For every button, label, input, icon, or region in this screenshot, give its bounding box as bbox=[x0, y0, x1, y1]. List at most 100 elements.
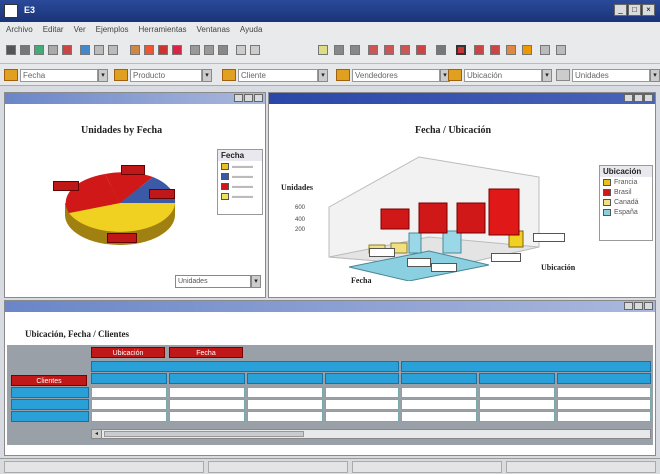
close-button[interactable]: × bbox=[642, 4, 655, 16]
table-cell[interactable] bbox=[479, 399, 555, 410]
filter-producto[interactable]: Producto ▾ bbox=[114, 68, 212, 82]
table-cell[interactable] bbox=[401, 387, 477, 398]
layout-icon[interactable] bbox=[190, 45, 200, 55]
minimize-icon[interactable] bbox=[234, 94, 243, 102]
table-cell[interactable] bbox=[325, 399, 399, 410]
bar-window-titlebar[interactable] bbox=[269, 93, 655, 104]
column-header[interactable] bbox=[479, 373, 555, 384]
measure-dropdown[interactable]: Unidades ▾ bbox=[175, 275, 261, 288]
row-dimension-tab[interactable]: Clientes bbox=[11, 375, 87, 386]
menu-archivo[interactable]: Archivo bbox=[6, 25, 33, 34]
table-cell[interactable] bbox=[325, 387, 399, 398]
menu-ver[interactable]: Ver bbox=[74, 25, 86, 34]
bar[interactable] bbox=[380, 208, 410, 230]
row-header[interactable] bbox=[11, 387, 89, 398]
flag-icon[interactable] bbox=[158, 45, 168, 55]
grid-window-titlebar[interactable] bbox=[5, 301, 655, 312]
dropdown-arrow-icon[interactable]: ▾ bbox=[542, 68, 552, 82]
open-icon[interactable] bbox=[34, 45, 44, 55]
table-cell[interactable] bbox=[557, 399, 651, 410]
column-header[interactable] bbox=[325, 373, 399, 384]
bar[interactable] bbox=[442, 230, 462, 254]
pivot-icon[interactable] bbox=[130, 45, 140, 55]
table-cell[interactable] bbox=[91, 387, 167, 398]
table-cell[interactable] bbox=[247, 387, 323, 398]
table-cell[interactable] bbox=[247, 399, 323, 410]
new-icon[interactable] bbox=[6, 45, 16, 55]
bar[interactable] bbox=[456, 202, 486, 234]
row-header[interactable] bbox=[11, 399, 89, 410]
chart-area-icon[interactable] bbox=[400, 45, 410, 55]
bar-chart-window[interactable]: Fecha / Ubicación Unidades 600 400 200 F… bbox=[268, 92, 656, 298]
table-cell[interactable] bbox=[91, 411, 167, 422]
column-header[interactable] bbox=[91, 373, 167, 384]
row-header[interactable] bbox=[11, 411, 89, 422]
marker-icon[interactable] bbox=[474, 45, 484, 55]
table-cell[interactable] bbox=[169, 411, 245, 422]
table-cell[interactable] bbox=[479, 387, 555, 398]
grid-icon[interactable] bbox=[334, 45, 344, 55]
filter-unidades[interactable]: Unidades ▾ bbox=[556, 68, 660, 82]
settings-icon[interactable] bbox=[436, 45, 446, 55]
scroll-thumb[interactable] bbox=[104, 431, 304, 437]
table-cell[interactable] bbox=[325, 411, 399, 422]
table-cell[interactable] bbox=[401, 399, 477, 410]
column-header[interactable] bbox=[247, 373, 323, 384]
filter-fecha[interactable]: Fecha ▾ bbox=[4, 68, 108, 82]
column-header[interactable] bbox=[401, 373, 477, 384]
column-dimension-tab[interactable]: Ubicación bbox=[91, 347, 165, 358]
horizontal-scrollbar[interactable]: ◂ bbox=[91, 429, 651, 439]
table-cell[interactable] bbox=[247, 411, 323, 422]
cut-icon[interactable] bbox=[62, 45, 72, 55]
menu-ejemplos[interactable]: Ejemplos bbox=[96, 25, 129, 34]
chart-bar-icon[interactable] bbox=[368, 45, 378, 55]
scroll-left-icon[interactable]: ◂ bbox=[92, 430, 102, 438]
dropdown-arrow-icon[interactable]: ▾ bbox=[650, 68, 660, 82]
close-icon[interactable] bbox=[254, 94, 263, 102]
sort-icon[interactable] bbox=[172, 45, 182, 55]
swap-icon[interactable] bbox=[144, 45, 154, 55]
folder-icon[interactable] bbox=[318, 45, 328, 55]
filter-vendedores[interactable]: Vendedores ▾ bbox=[336, 68, 450, 82]
close-icon[interactable] bbox=[644, 94, 653, 102]
bar[interactable] bbox=[418, 202, 448, 234]
menu-ventanas[interactable]: Ventanas bbox=[197, 25, 230, 34]
back-icon[interactable] bbox=[80, 45, 90, 55]
maximize-icon[interactable] bbox=[634, 94, 643, 102]
table-cell[interactable] bbox=[401, 411, 477, 422]
columns-icon[interactable] bbox=[204, 45, 214, 55]
preview-icon[interactable] bbox=[48, 45, 58, 55]
forward-icon[interactable] bbox=[94, 45, 104, 55]
minimize-icon[interactable] bbox=[624, 94, 633, 102]
drill-icon[interactable] bbox=[250, 45, 260, 55]
table-cell[interactable] bbox=[557, 411, 651, 422]
filter-icon[interactable] bbox=[236, 45, 246, 55]
column-header[interactable] bbox=[169, 373, 245, 384]
chart-active-icon[interactable] bbox=[456, 45, 466, 55]
menu-ayuda[interactable]: Ayuda bbox=[240, 25, 263, 34]
bar[interactable] bbox=[408, 232, 422, 254]
menu-herramientas[interactable]: Herramientas bbox=[139, 25, 187, 34]
info-icon[interactable] bbox=[540, 45, 550, 55]
chart-line-icon[interactable] bbox=[384, 45, 394, 55]
pie-chart[interactable] bbox=[45, 153, 195, 263]
help-icon[interactable] bbox=[522, 45, 532, 55]
dropdown-arrow-icon[interactable]: ▾ bbox=[318, 68, 328, 82]
print-icon[interactable] bbox=[20, 45, 30, 55]
filter-ubicacion[interactable]: Ubicación ▾ bbox=[448, 68, 552, 82]
style-icon[interactable] bbox=[490, 45, 500, 55]
dropdown-arrow-icon[interactable]: ▾ bbox=[251, 275, 261, 288]
minimize-button[interactable]: _ bbox=[614, 4, 627, 16]
refresh-icon[interactable] bbox=[108, 45, 118, 55]
minimize-icon[interactable] bbox=[624, 302, 633, 310]
close-icon[interactable] bbox=[644, 302, 653, 310]
column-group-header[interactable] bbox=[401, 361, 651, 372]
crosstab-window[interactable]: Ubicación, Fecha / Clientes Ubicación Fe… bbox=[4, 300, 656, 456]
export-icon[interactable] bbox=[506, 45, 516, 55]
about-icon[interactable] bbox=[556, 45, 566, 55]
rows-icon[interactable] bbox=[218, 45, 228, 55]
table-cell[interactable] bbox=[557, 387, 651, 398]
table-cell[interactable] bbox=[91, 399, 167, 410]
table-cell[interactable] bbox=[169, 399, 245, 410]
menu-editar[interactable]: Editar bbox=[43, 25, 64, 34]
